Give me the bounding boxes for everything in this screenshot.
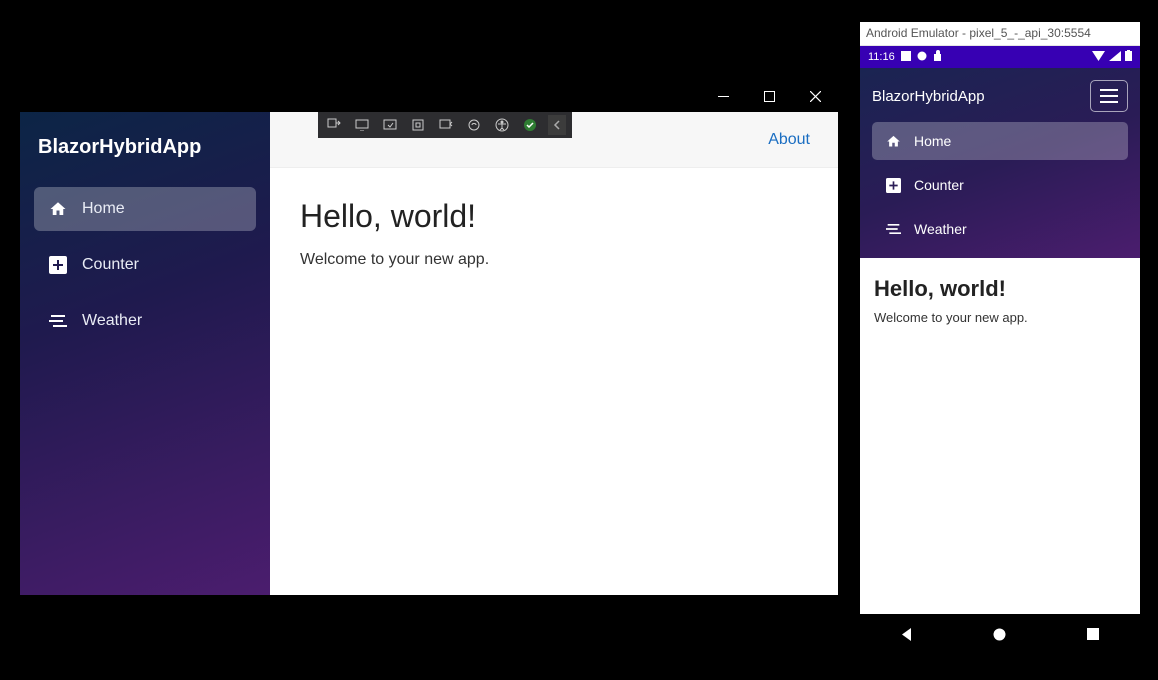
status-debug-icon — [917, 51, 927, 64]
about-link[interactable]: About — [768, 131, 810, 149]
debug-step-icon[interactable] — [324, 115, 344, 135]
android-home-button[interactable] — [987, 621, 1013, 647]
sidebar-item-label: Home — [82, 200, 125, 218]
debug-hand-icon[interactable] — [464, 115, 484, 135]
plus-icon — [48, 255, 68, 275]
hamburger-menu-button[interactable] — [1090, 80, 1128, 112]
window-titlebar — [20, 80, 838, 112]
phone-app: BlazorHybridApp Home Counter — [860, 68, 1140, 614]
desktop-sidebar: BlazorHybridApp Home Counter — [20, 112, 270, 595]
status-clock: 11:16 — [868, 51, 895, 63]
status-app-icon — [933, 50, 942, 64]
phone-frame: 11:16 BlazorHybridApp — [860, 46, 1140, 654]
desktop-nav: Home Counter Weather — [34, 187, 256, 343]
desktop-content: About Hello, world! Welcome to your new … — [270, 112, 838, 595]
desktop-window: BlazorHybridApp Home Counter — [20, 80, 838, 595]
status-notification-icon — [901, 51, 911, 64]
page-heading: Hello, world! — [874, 276, 1126, 302]
sidebar-item-counter[interactable]: Counter — [34, 243, 256, 287]
debug-toolbar — [318, 112, 572, 138]
desktop-brand: BlazorHybridApp — [38, 136, 252, 159]
debug-reload-icon[interactable] — [436, 115, 456, 135]
debug-accessibility-icon[interactable] — [492, 115, 512, 135]
phone-nav: Home Counter Weather — [872, 122, 1128, 248]
desktop-topbar: About — [270, 112, 838, 168]
nav-item-home[interactable]: Home — [872, 122, 1128, 160]
nav-item-label: Counter — [914, 177, 964, 193]
page-welcome: Welcome to your new app. — [300, 251, 808, 269]
debug-device-icon[interactable] — [352, 115, 372, 135]
page-welcome: Welcome to your new app. — [874, 310, 1126, 325]
emulator-title: Android Emulator - pixel_5_-_api_30:5554 — [860, 22, 1140, 46]
signal-icon — [1109, 51, 1121, 64]
desktop-main: Hello, world! Welcome to your new app. — [270, 168, 838, 299]
sidebar-item-label: Counter — [82, 256, 139, 274]
debug-screen-icon[interactable] — [380, 115, 400, 135]
window-maximize-button[interactable] — [746, 80, 792, 112]
window-minimize-button[interactable] — [700, 80, 746, 112]
phone-header: BlazorHybridApp Home Counter — [860, 68, 1140, 258]
list-icon — [884, 220, 902, 238]
page-heading: Hello, world! — [300, 198, 808, 235]
nav-item-label: Weather — [914, 221, 967, 237]
phone-content: Hello, world! Welcome to your new app. — [860, 258, 1140, 614]
debug-check-icon[interactable] — [520, 115, 540, 135]
sidebar-item-home[interactable]: Home — [34, 187, 256, 231]
battery-icon — [1125, 50, 1132, 64]
list-icon — [48, 311, 68, 331]
nav-item-label: Home — [914, 133, 951, 149]
android-recent-button[interactable] — [1080, 621, 1106, 647]
nav-item-weather[interactable]: Weather — [872, 210, 1128, 248]
android-navbar — [860, 614, 1140, 654]
home-icon — [48, 199, 68, 219]
plus-icon — [884, 176, 902, 194]
android-back-button[interactable] — [894, 621, 920, 647]
sidebar-item-weather[interactable]: Weather — [34, 299, 256, 343]
android-emulator-window: Android Emulator - pixel_5_-_api_30:5554… — [860, 22, 1140, 654]
android-statusbar: 11:16 — [860, 46, 1140, 68]
phone-brand: BlazorHybridApp — [872, 88, 985, 105]
debug-collapse-icon[interactable] — [548, 115, 566, 135]
home-icon — [884, 132, 902, 150]
wifi-icon — [1092, 51, 1105, 64]
debug-square-icon[interactable] — [408, 115, 428, 135]
window-close-button[interactable] — [792, 80, 838, 112]
sidebar-item-label: Weather — [82, 312, 142, 330]
nav-item-counter[interactable]: Counter — [872, 166, 1128, 204]
